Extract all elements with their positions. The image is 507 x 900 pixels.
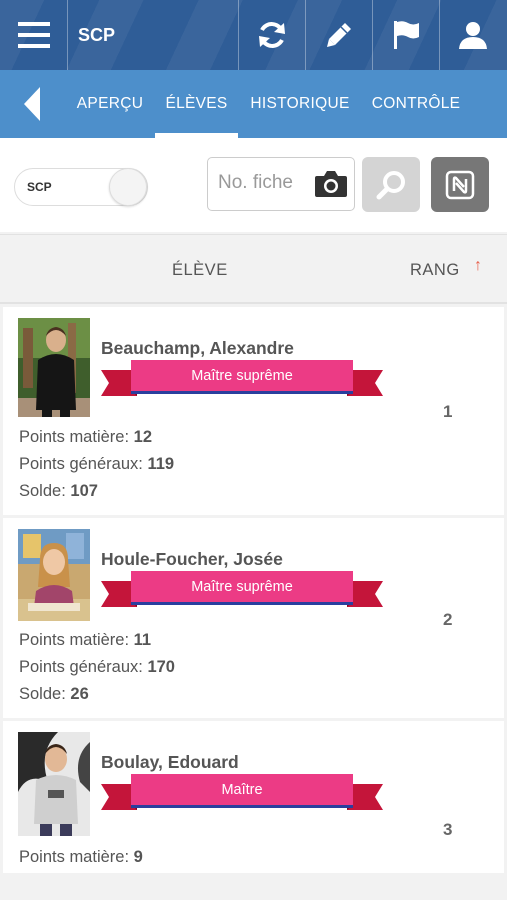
rank-title-ribbon: Maître suprême bbox=[101, 571, 383, 611]
rank-value: 3 bbox=[443, 820, 453, 839]
solde: Solde: 107 bbox=[19, 482, 98, 500]
nfc-icon bbox=[445, 170, 475, 199]
points-matiere: Points matière: 12 bbox=[19, 428, 152, 446]
toggle-knob bbox=[109, 168, 147, 206]
tab-eleves[interactable]: ÉLÈVES bbox=[155, 70, 238, 138]
sync-button[interactable] bbox=[238, 0, 305, 70]
user-icon bbox=[459, 22, 487, 49]
section-tabs: APERÇU ÉLÈVES HISTORIQUE CONTRÔLE bbox=[0, 70, 507, 138]
search-button[interactable] bbox=[362, 157, 420, 212]
student-row[interactable]: Beauchamp, Alexandre Maître suprême Poin… bbox=[3, 307, 504, 515]
column-header-student[interactable]: ÉLÈVE bbox=[172, 261, 228, 280]
profile-button[interactable] bbox=[439, 0, 507, 70]
student-name: Boulay, Edouard bbox=[101, 752, 239, 772]
scp-toggle[interactable]: SCP bbox=[14, 168, 148, 206]
solde: Solde: 26 bbox=[19, 685, 89, 703]
rank-value: 1 bbox=[443, 402, 453, 421]
filter-bar: SCP bbox=[0, 138, 507, 232]
student-photo bbox=[18, 732, 90, 836]
tab-controle[interactable]: CONTRÔLE bbox=[366, 70, 466, 138]
student-row[interactable]: Boulay, Edouard Maître Points matière: 9… bbox=[3, 721, 504, 873]
back-arrow-icon bbox=[24, 87, 40, 121]
nfc-button[interactable] bbox=[431, 157, 489, 212]
table-header: ÉLÈVE RANG ↑ bbox=[0, 234, 507, 304]
flag-button[interactable] bbox=[372, 0, 439, 70]
points-generaux: Points généraux: 170 bbox=[19, 658, 175, 676]
points-matiere: Points matière: 11 bbox=[19, 631, 152, 649]
column-header-rank[interactable]: RANG bbox=[410, 261, 460, 280]
search-icon bbox=[376, 170, 405, 199]
tab-historique[interactable]: HISTORIQUE bbox=[245, 70, 355, 138]
flag-icon bbox=[393, 21, 419, 49]
camera-icon bbox=[315, 171, 347, 197]
scan-camera-button[interactable] bbox=[314, 170, 348, 203]
pencil-icon bbox=[326, 23, 351, 47]
points-matiere: Points matière: 9 bbox=[19, 848, 143, 866]
rank-title: Maître bbox=[221, 782, 263, 798]
student-number-field bbox=[207, 157, 355, 211]
top-app-bar: SCP bbox=[0, 0, 507, 70]
points-generaux: Points généraux: 119 bbox=[19, 455, 175, 473]
back-button[interactable] bbox=[18, 70, 48, 138]
app-title: SCP bbox=[78, 24, 116, 45]
rank-title-ribbon: Maître suprême bbox=[101, 360, 383, 400]
toggle-label: SCP bbox=[27, 180, 52, 194]
tab-apercu[interactable]: APERÇU bbox=[70, 70, 150, 138]
sync-icon bbox=[258, 22, 285, 48]
edit-button[interactable] bbox=[305, 0, 372, 70]
student-row[interactable]: Houle-Foucher, Josée Maître suprême Poin… bbox=[3, 518, 504, 718]
menu-button[interactable] bbox=[0, 0, 68, 70]
rank-value: 2 bbox=[443, 610, 453, 629]
rank-title: Maître suprême bbox=[191, 579, 293, 595]
sort-ascending-icon: ↑ bbox=[474, 257, 482, 274]
hamburger-menu-icon bbox=[18, 22, 50, 48]
student-number-input[interactable] bbox=[218, 172, 313, 194]
student-name: Houle-Foucher, Josée bbox=[101, 549, 283, 569]
rank-title-ribbon: Maître bbox=[101, 774, 383, 814]
rank-title: Maître suprême bbox=[191, 368, 293, 384]
student-photo bbox=[18, 529, 90, 621]
student-name: Beauchamp, Alexandre bbox=[101, 338, 294, 358]
student-photo bbox=[18, 318, 90, 417]
